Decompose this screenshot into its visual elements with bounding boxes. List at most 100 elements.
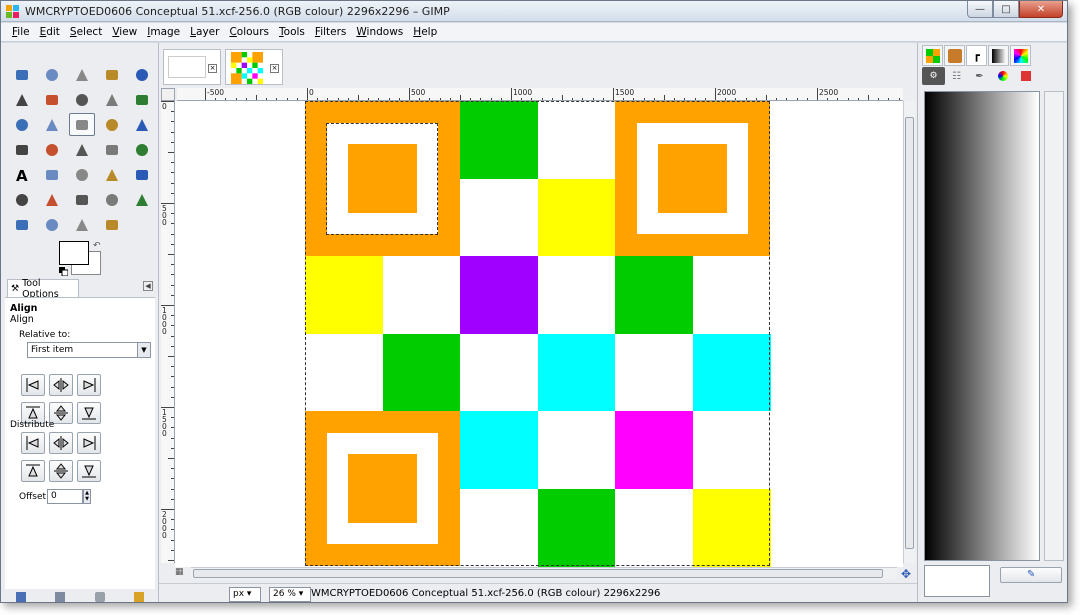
menu-tools[interactable]: Tools	[274, 26, 310, 38]
align-bottom-button[interactable]	[77, 402, 101, 424]
tool-scale[interactable]	[9, 138, 35, 161]
tool-measure[interactable]	[9, 113, 35, 136]
vertical-scroll-thumb[interactable]	[905, 117, 914, 549]
tab-paths[interactable]: ✒	[968, 67, 991, 85]
tool-text[interactable]: A	[9, 163, 35, 186]
foreground-color-swatch[interactable]	[59, 241, 89, 265]
tool-flip[interactable]	[99, 138, 125, 161]
horizontal-ruler[interactable]: -500 0 500 1000 1500 2000 2500	[177, 88, 903, 101]
minimize-button[interactable]: —	[967, 1, 993, 18]
tool-blur[interactable]	[39, 213, 65, 236]
align-right-button[interactable]	[77, 374, 101, 396]
reset-options-icon[interactable]	[134, 591, 145, 602]
tool-dodge-burn[interactable]	[99, 213, 125, 236]
menu-image[interactable]: Image	[142, 26, 185, 38]
tool-free-select[interactable]	[69, 63, 95, 86]
close-tab-icon[interactable]: ×	[270, 64, 279, 73]
vertical-ruler[interactable]: 0 500 1000 1500 2000	[161, 101, 175, 563]
title-bar[interactable]: WMCRYPTOED0606 Conceptual 51.xcf-256.0 (…	[1, 1, 1067, 22]
tool-bucket-fill[interactable]	[39, 163, 65, 186]
tool-eraser[interactable]	[9, 188, 35, 211]
tool-scissors[interactable]	[9, 88, 35, 111]
maximize-button[interactable]: □	[993, 1, 1019, 18]
tool-clone[interactable]	[99, 188, 125, 211]
relative-to-select[interactable]: First item ▼	[27, 342, 151, 358]
menu-edit[interactable]: Edit	[35, 26, 65, 38]
tool-foreground-select[interactable]	[39, 88, 65, 111]
delete-options-icon[interactable]	[94, 591, 105, 602]
align-left-button[interactable]	[21, 374, 45, 396]
tab-palettes[interactable]	[1010, 45, 1031, 66]
quick-mask-icon[interactable]: ▦	[175, 567, 184, 577]
tool-ellipse-select[interactable]	[39, 63, 65, 86]
distribute-center-button[interactable]	[49, 432, 73, 454]
tool-perspective[interactable]	[69, 138, 95, 161]
tab-patterns[interactable]	[922, 45, 943, 66]
tab-fonts[interactable]: ┏	[966, 45, 987, 66]
align-center-button[interactable]	[49, 374, 73, 396]
unit-select[interactable]: px ▾	[229, 587, 261, 602]
tool-crop[interactable]	[99, 113, 125, 136]
tool-blend[interactable]	[69, 163, 95, 186]
close-tab-icon[interactable]: ×	[208, 64, 217, 73]
menu-layer[interactable]: Layer	[185, 26, 224, 38]
horizontal-scroll-thumb[interactable]	[193, 569, 883, 578]
tab-colormap[interactable]	[991, 67, 1014, 85]
distribute-middle-button[interactable]	[49, 460, 73, 482]
menu-file[interactable]: File	[7, 26, 35, 38]
tab-gradients[interactable]	[988, 45, 1009, 66]
tool-zoom[interactable]	[129, 88, 155, 111]
swap-colors-icon[interactable]: ↶	[93, 241, 101, 251]
restore-options-icon[interactable]	[55, 591, 66, 602]
tool-cage[interactable]	[129, 138, 155, 161]
save-options-icon[interactable]	[15, 591, 26, 602]
tab-channels[interactable]: ☷	[945, 67, 968, 85]
panel-menu-icon[interactable]: ◀	[143, 281, 153, 291]
tool-align[interactable]	[69, 113, 95, 136]
image-tab-blank[interactable]: ×	[163, 49, 221, 85]
tool-color-picker[interactable]	[99, 88, 125, 111]
image-tab-conceptual[interactable]: ×	[225, 49, 283, 85]
vertical-scrollbar[interactable]	[903, 101, 915, 563]
menu-select[interactable]: Select	[65, 26, 107, 38]
tool-pencil[interactable]	[99, 163, 125, 186]
reset-colors-icon[interactable]	[59, 267, 68, 276]
tool-smudge[interactable]	[69, 213, 95, 236]
menu-windows[interactable]: Windows	[351, 26, 408, 38]
tool-move[interactable]	[39, 113, 65, 136]
edit-gradient-button[interactable]: ✎	[1000, 567, 1062, 583]
tool-select-by-color[interactable]	[129, 63, 155, 86]
tool-shear[interactable]	[39, 138, 65, 161]
tool-ink[interactable]	[69, 188, 95, 211]
dock-scrollbar[interactable]	[1044, 91, 1064, 561]
close-button[interactable]: ✕	[1019, 1, 1063, 18]
ruler-corner[interactable]	[161, 88, 175, 101]
tool-airbrush[interactable]	[39, 188, 65, 211]
offset-input[interactable]: 0	[47, 489, 83, 504]
tab-histogram[interactable]	[1014, 67, 1037, 85]
menu-filters[interactable]: Filters	[310, 26, 351, 38]
tool-rect-select[interactable]	[9, 63, 35, 86]
tool-heal[interactable]	[129, 188, 155, 211]
tool-rotate[interactable]	[129, 113, 155, 136]
tool-perspective-clone[interactable]	[9, 213, 35, 236]
navigate-icon[interactable]: ✥	[901, 567, 911, 581]
tool-paths[interactable]	[69, 88, 95, 111]
tool-paintbrush[interactable]	[129, 163, 155, 186]
distribute-right-button[interactable]	[77, 432, 101, 454]
canvas-area[interactable]	[175, 101, 903, 567]
menu-colours[interactable]: Colours	[224, 26, 274, 38]
image-canvas[interactable]	[305, 101, 771, 567]
offset-spinner[interactable]: ▲ ▼	[83, 489, 91, 504]
menu-view[interactable]: View	[107, 26, 142, 38]
tab-brushes[interactable]	[944, 45, 965, 66]
distribute-left-button[interactable]	[21, 432, 45, 454]
distribute-bottom-button[interactable]	[77, 460, 101, 482]
tab-tool-presets[interactable]: ⚙	[922, 67, 945, 85]
zoom-select[interactable]: 26 % ▾	[269, 587, 311, 602]
menu-help[interactable]: Help	[408, 26, 442, 38]
tool-fuzzy-select[interactable]	[99, 63, 125, 86]
gradient-preview[interactable]	[924, 91, 1040, 561]
distribute-top-button[interactable]	[21, 460, 45, 482]
horizontal-scrollbar[interactable]	[191, 567, 897, 579]
